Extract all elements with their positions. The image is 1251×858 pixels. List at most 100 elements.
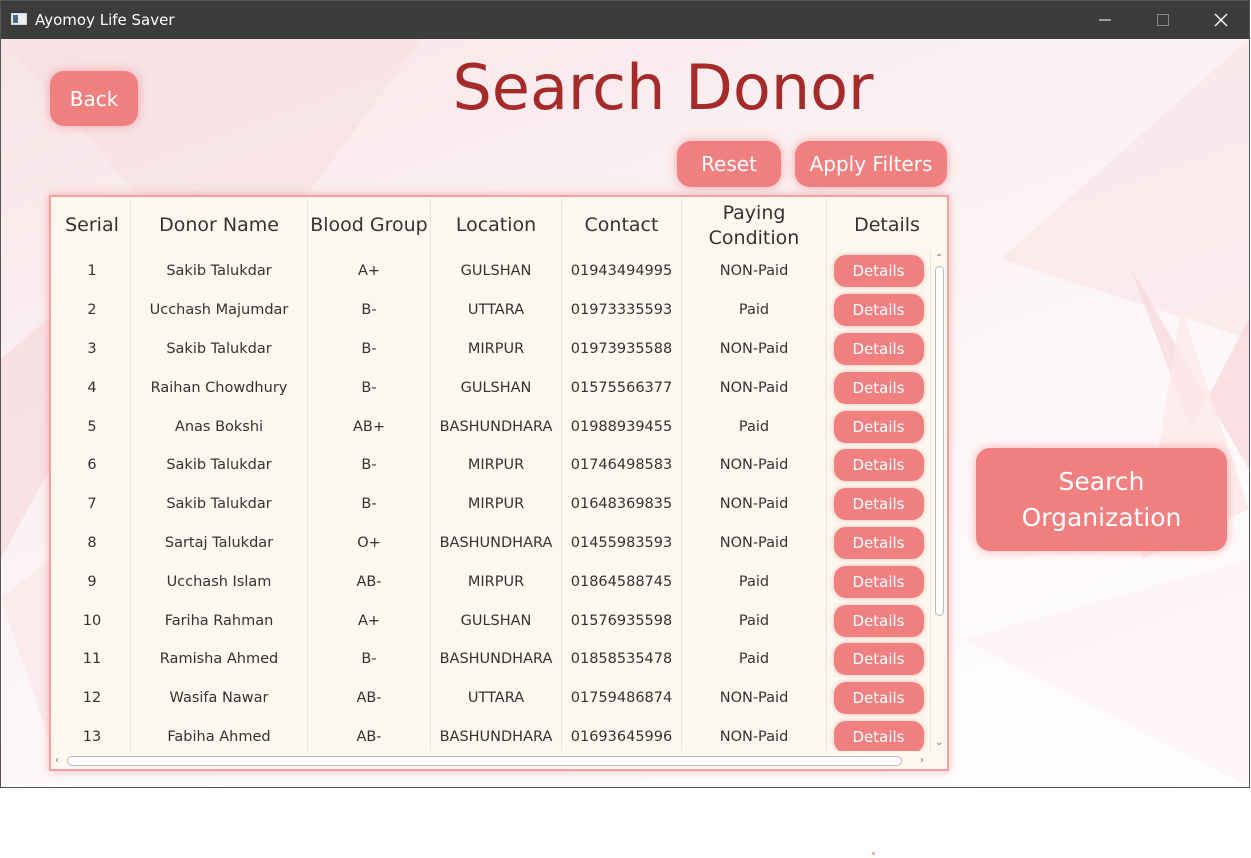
- details-button[interactable]: Details: [833, 682, 924, 715]
- cell-blood-group: B-: [308, 639, 431, 679]
- cell-paying-condition: NON-Paid: [682, 252, 827, 291]
- table-row[interactable]: 7 Sakib Talukdar B- MIRPUR 01648369835 NON-Pa…: [54, 484, 931, 524]
- details-button[interactable]: Details: [833, 565, 924, 598]
- main-content: Search Donor Back Reset Apply Filters Se…: [1, 39, 1249, 787]
- cell-contact: 01973335593: [562, 290, 682, 330]
- cell-blood-group: B-: [308, 445, 431, 485]
- details-button[interactable]: Details: [833, 294, 924, 327]
- cell-blood-group: A+: [308, 252, 431, 291]
- minimize-button[interactable]: [1076, 1, 1134, 39]
- title-bar: Ayomoy Life Saver: [1, 1, 1249, 39]
- horizontal-scroll-thumb[interactable]: [67, 756, 902, 766]
- cell-serial: 11: [54, 639, 131, 679]
- cell-details: Details: [827, 678, 931, 718]
- details-button[interactable]: Details: [833, 604, 924, 637]
- cell-donor-name: Fariha Rahman: [131, 601, 308, 640]
- details-button[interactable]: Details: [833, 332, 924, 365]
- cell-contact: 01693645996: [562, 717, 682, 751]
- cell-details: Details: [827, 484, 931, 524]
- cell-details: Details: [827, 329, 931, 369]
- scroll-down-icon[interactable]: ⌄: [935, 738, 943, 748]
- cell-blood-group: O+: [308, 523, 431, 563]
- table-row[interactable]: 4 Raihan Chowdhury B- GULSHAN 01575566377 NON…: [54, 368, 931, 408]
- cell-donor-name: Sakib Talukdar: [131, 329, 308, 369]
- table-row[interactable]: 8 Sartaj Talukdar O+ BASHUNDHARA 01455983593…: [54, 523, 931, 563]
- scroll-up-icon[interactable]: ⌃: [935, 254, 943, 264]
- column-header-paying-condition[interactable]: Paying Condition: [682, 199, 827, 252]
- cell-paying-condition: Paid: [682, 290, 827, 330]
- cell-contact: 01864588745: [562, 562, 682, 602]
- table-row[interactable]: 12 Wasifa Nawar AB- UTTARA 01759486874 NON-Pa…: [54, 678, 931, 718]
- cell-paying-condition: Paid: [682, 562, 827, 602]
- maximize-button[interactable]: [1134, 1, 1192, 39]
- cell-paying-condition: NON-Paid: [682, 523, 827, 563]
- details-button[interactable]: Details: [833, 488, 924, 521]
- cell-contact: 01759486874: [562, 678, 682, 718]
- close-button[interactable]: [1192, 1, 1249, 39]
- maximize-icon: [1157, 14, 1169, 26]
- table-row[interactable]: 11 Ramisha Ahmed B- BASHUNDHARA 01858535478 P…: [54, 639, 931, 679]
- details-button[interactable]: Details: [833, 526, 924, 559]
- cell-location: MIRPUR: [431, 329, 562, 369]
- details-button[interactable]: Details: [833, 643, 924, 676]
- cell-donor-name: Sakib Talukdar: [131, 252, 308, 291]
- cell-location: BASHUNDHARA: [431, 523, 562, 563]
- cell-serial: 3: [54, 329, 131, 369]
- cell-location: GULSHAN: [431, 368, 562, 408]
- cell-contact: 01648369835: [562, 484, 682, 524]
- table-row[interactable]: 10 Fariha Rahman A+ GULSHAN 01576935598 Paid D…: [54, 601, 931, 640]
- cell-blood-group: AB-: [308, 717, 431, 751]
- column-header-contact[interactable]: Contact: [562, 199, 682, 252]
- column-header-blood-group[interactable]: Blood Group: [308, 199, 431, 252]
- cell-location: MIRPUR: [431, 562, 562, 602]
- cell-blood-group: AB-: [308, 562, 431, 602]
- table-row[interactable]: 5 Anas Bokshi AB+ BASHUNDHARA 01988939455 Pai…: [54, 407, 931, 446]
- column-header-location[interactable]: Location: [431, 199, 562, 252]
- reset-button[interactable]: Reset: [677, 141, 781, 187]
- cell-donor-name: Ucchash Islam: [131, 562, 308, 602]
- vertical-scrollbar[interactable]: ⌃ ⌄: [932, 252, 947, 751]
- details-button[interactable]: Details: [833, 720, 924, 751]
- vertical-scroll-thumb[interactable]: [935, 266, 944, 616]
- cell-serial: 7: [54, 484, 131, 524]
- column-header-details[interactable]: Details: [827, 199, 947, 252]
- table-row[interactable]: 13 Fabiha Ahmed AB- BASHUNDHARA 01693645996 N…: [54, 717, 931, 751]
- horizontal-scrollbar[interactable]: ‹ ›: [54, 753, 931, 769]
- column-header-serial[interactable]: Serial: [54, 199, 131, 252]
- column-header-donor-name[interactable]: Donor Name: [131, 199, 308, 252]
- minimize-icon: [1099, 19, 1111, 21]
- details-button[interactable]: Details: [833, 371, 924, 404]
- scroll-left-icon[interactable]: ‹: [55, 756, 59, 766]
- cell-contact: 01973935588: [562, 329, 682, 369]
- cell-location: UTTARA: [431, 678, 562, 718]
- cell-contact: 01746498583: [562, 445, 682, 485]
- table-row[interactable]: 1 Sakib Talukdar A+ GULSHAN 01943494995 NON-P…: [54, 252, 931, 291]
- cell-location: MIRPUR: [431, 445, 562, 485]
- cell-paying-condition: Paid: [682, 601, 827, 640]
- search-organization-button[interactable]: Search Organization: [976, 448, 1227, 551]
- cell-location: BASHUNDHARA: [431, 717, 562, 751]
- details-button[interactable]: Details: [833, 255, 924, 288]
- cell-donor-name: Sakib Talukdar: [131, 445, 308, 485]
- cell-donor-name: Ucchash Majumdar: [131, 290, 308, 330]
- cell-location: BASHUNDHARA: [431, 407, 562, 446]
- table-row[interactable]: 3 Sakib Talukdar B- MIRPUR 01973935588 NON-Pa…: [54, 329, 931, 369]
- cell-details: Details: [827, 407, 931, 446]
- scroll-right-icon[interactable]: ›: [920, 756, 924, 766]
- cell-location: UTTARA: [431, 290, 562, 330]
- details-button[interactable]: Details: [833, 449, 924, 482]
- details-button[interactable]: Details: [833, 410, 924, 443]
- cell-details: Details: [827, 523, 931, 563]
- table-row[interactable]: 9 Ucchash Islam AB- MIRPUR 01864588745 Paid De…: [54, 562, 931, 602]
- cell-contact: 01858535478: [562, 639, 682, 679]
- cell-serial: 9: [54, 562, 131, 602]
- cell-location: MIRPUR: [431, 484, 562, 524]
- cell-donor-name: Anas Bokshi: [131, 407, 308, 446]
- back-button[interactable]: Back: [50, 71, 138, 126]
- apply-filters-button[interactable]: Apply Filters: [795, 141, 947, 187]
- page-title: Search Donor: [452, 51, 874, 124]
- cell-details: Details: [827, 252, 931, 291]
- table-row[interactable]: 2 Ucchash Majumdar B- UTTARA 01973335593 Paid…: [54, 290, 931, 330]
- cell-contact: 01576935598: [562, 601, 682, 640]
- table-row[interactable]: 6 Sakib Talukdar B- MIRPUR 01746498583 NON-Pa…: [54, 445, 931, 485]
